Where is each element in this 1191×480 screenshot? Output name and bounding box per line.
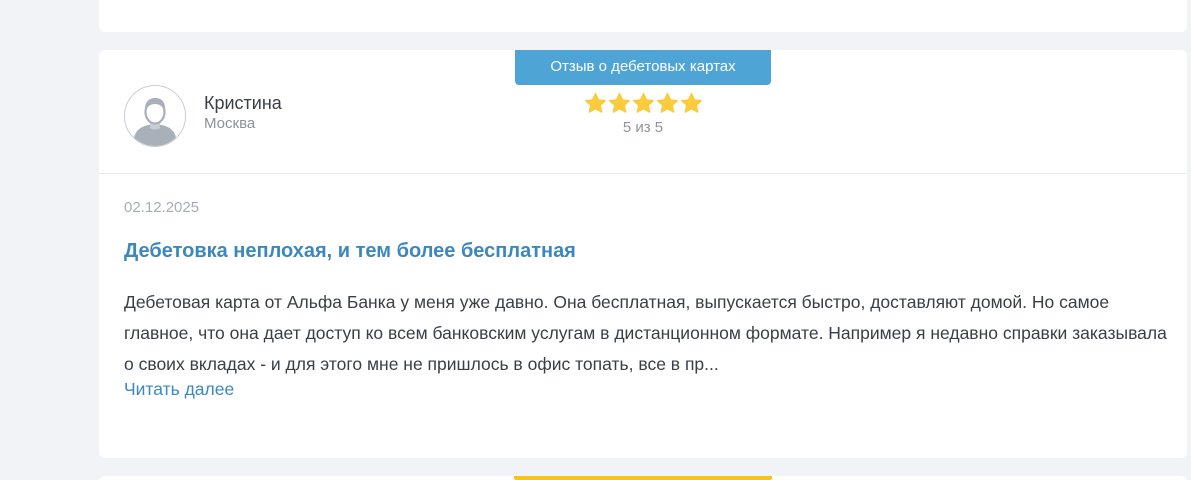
- review-title[interactable]: Дебетовка неплохая, и тем более бесплатн…: [124, 240, 576, 263]
- rating-stars: [579, 92, 707, 116]
- user-avatar-icon: [124, 85, 186, 147]
- star-icon: [656, 92, 678, 113]
- rating-text: 5 из 5: [622, 119, 664, 136]
- reviews-page: Отзыв о дебетовых картах Кристина Москва…: [0, 0, 1191, 480]
- category-tag[interactable]: Отзыв о дебетовых картах: [515, 50, 771, 85]
- author-name: Кристина: [204, 93, 282, 113]
- next-category-tag: [514, 476, 772, 480]
- review-rating: 5 из 5: [579, 92, 707, 136]
- star-icon: [632, 92, 654, 113]
- review-author: Кристина Москва: [124, 85, 282, 147]
- author-city: Москва: [204, 115, 256, 132]
- review-date: 02.12.2025: [124, 199, 200, 216]
- star-icon: [680, 92, 702, 113]
- card-divider: [99, 173, 1187, 174]
- review-text: Дебетовая карта от Альфа Банка у меня уж…: [124, 292, 1167, 374]
- star-icon: [608, 92, 630, 113]
- read-more-link[interactable]: Читать далее: [124, 379, 234, 400]
- star-icon: [584, 92, 606, 113]
- previous-review-card: [99, 0, 1187, 32]
- review-card: Отзыв о дебетовых картах Кристина Москва…: [99, 50, 1187, 458]
- next-review-card: [99, 476, 1187, 480]
- author-info: Кристина Москва: [204, 92, 282, 134]
